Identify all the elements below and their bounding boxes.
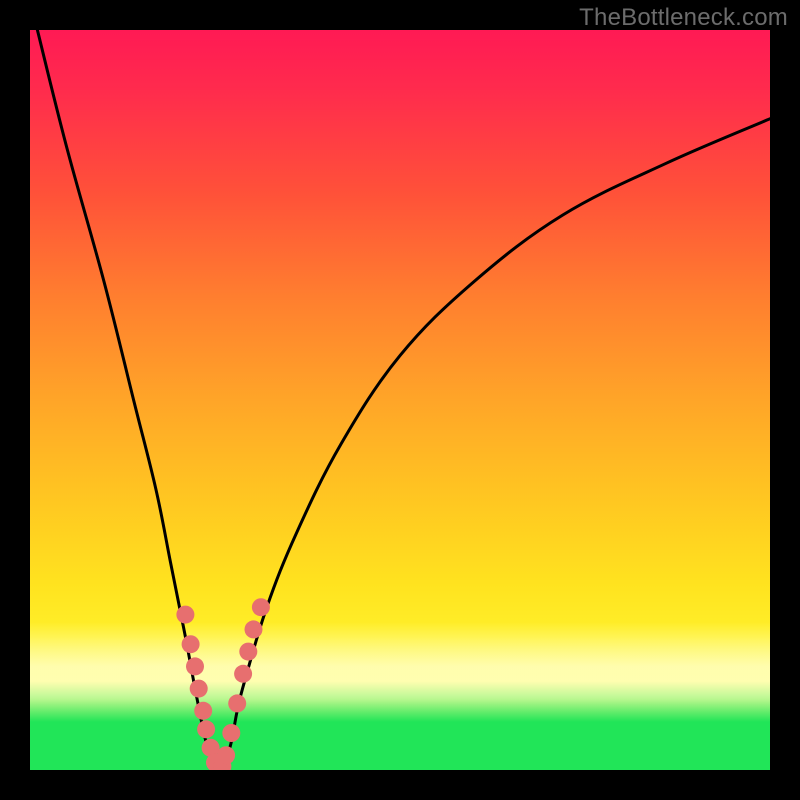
- marker-dot: [194, 702, 212, 720]
- marker-dot: [186, 657, 204, 675]
- marker-dot: [217, 746, 235, 764]
- marker-dot: [197, 720, 215, 738]
- chart-frame: TheBottleneck.com: [0, 0, 800, 800]
- marker-dot: [176, 606, 194, 624]
- marker-dot: [234, 665, 252, 683]
- marker-dot: [222, 724, 240, 742]
- marker-dot: [245, 620, 263, 638]
- marker-dot: [228, 694, 246, 712]
- bottleneck-curve: [37, 30, 770, 770]
- marker-dot: [182, 635, 200, 653]
- marker-dot: [252, 598, 270, 616]
- watermark-text: TheBottleneck.com: [579, 4, 788, 32]
- highlighted-points: [176, 598, 270, 770]
- plot-area: [30, 30, 770, 770]
- marker-dot: [190, 680, 208, 698]
- curve-layer: [30, 30, 770, 770]
- marker-dot: [239, 643, 257, 661]
